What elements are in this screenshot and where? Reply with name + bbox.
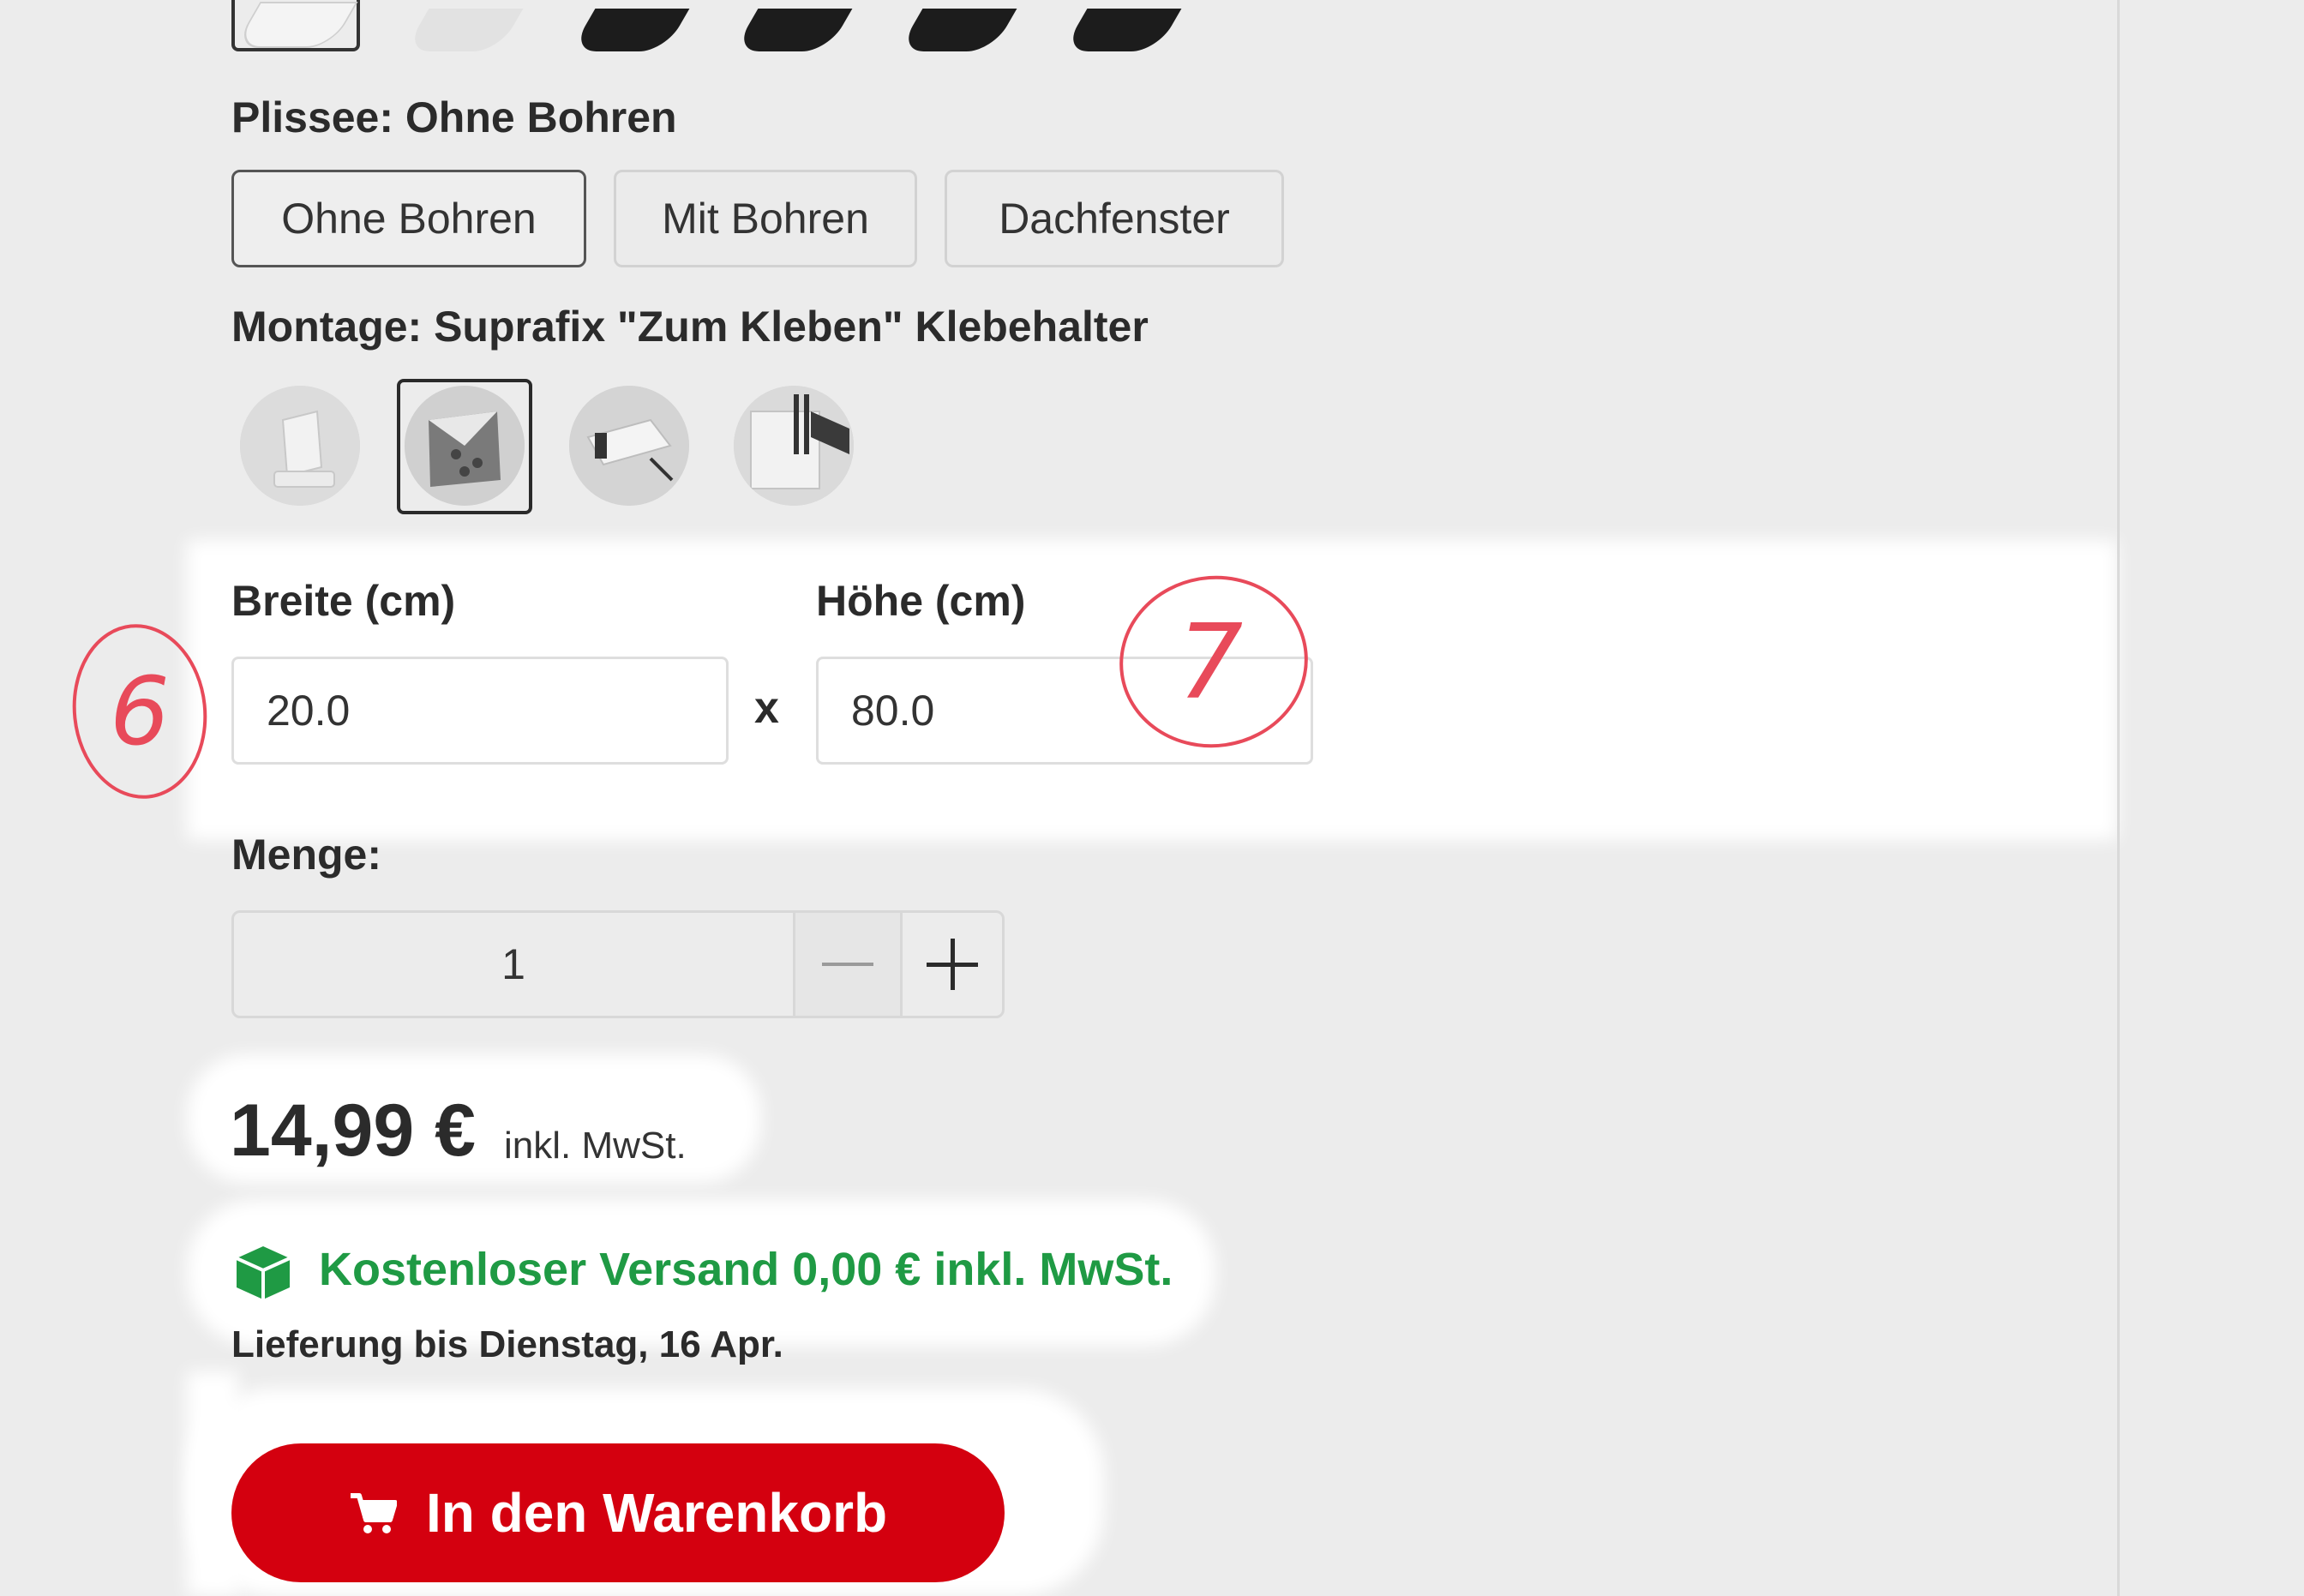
color-swatch-black-2[interactable] [729,0,857,51]
color-swatch-black-1[interactable] [566,0,694,51]
mount-option-adhesive[interactable] [405,386,525,506]
color-swatch-light-grey[interactable] [399,0,528,51]
right-divider [2117,0,2120,1596]
add-to-cart-label: In den Warenkorb [425,1482,888,1544]
option-dachfenster-button[interactable]: Dachfenster [945,170,1284,267]
annotation-circle-7: 7 [1119,575,1308,748]
window-frame-icon [734,386,854,506]
minus-icon [822,963,873,966]
width-label: Breite (cm) [231,577,456,625]
package-icon [236,1246,291,1299]
dimension-separator: x [754,683,779,733]
color-swatch-white[interactable] [231,0,360,51]
plissee-label: Plissee: Ohne Bohren [231,93,677,141]
price-amount: 14,99 € [230,1089,476,1172]
height-label: Höhe (cm) [816,577,1026,625]
mount-option-clamp[interactable] [240,386,360,506]
color-swatch-black-3[interactable] [893,0,1022,51]
delivery-date-text: Lieferung bis Dienstag, 16 Apr. [231,1323,783,1365]
adhesive-bracket-icon [405,386,525,506]
option-mit-bohren-button[interactable]: Mit Bohren [614,170,917,267]
quantity-label: Menge: [231,831,381,879]
annotation-label-7: 7 [1178,603,1243,723]
cart-icon [349,1491,397,1535]
free-shipping-text: Kostenloser Versand 0,00 € inkl. MwSt. [319,1244,1173,1295]
price-tax-note: inkl. MwSt. [504,1125,687,1167]
color-swatch-black-4[interactable] [1058,0,1186,51]
clip-holder-icon [569,386,689,506]
quantity-increase-button[interactable] [903,913,1002,1016]
clamp-bracket-icon [240,386,360,506]
annotation-label-6: 6 [110,657,170,766]
highlight-left-strip [187,1371,238,1596]
product-config-panel: Plissee: Ohne Bohren Ohne Bohren Mit Boh… [0,0,2304,1596]
width-input[interactable]: 20.0 [231,657,729,765]
quantity-decrease-button[interactable] [795,913,903,1016]
montage-label: Montage: Suprafix "Zum Kleben" Klebehalt… [231,303,1149,351]
quantity-stepper: 1 [231,910,1005,1018]
mount-option-window-frame[interactable] [734,386,854,506]
plus-icon [927,939,978,990]
option-ohne-bohren-button[interactable]: Ohne Bohren [231,170,586,267]
add-to-cart-button[interactable]: In den Warenkorb [231,1443,1005,1582]
quantity-value[interactable]: 1 [234,913,795,1016]
mount-option-clip[interactable] [569,386,689,506]
annotation-circle-6: 6 [72,624,207,799]
